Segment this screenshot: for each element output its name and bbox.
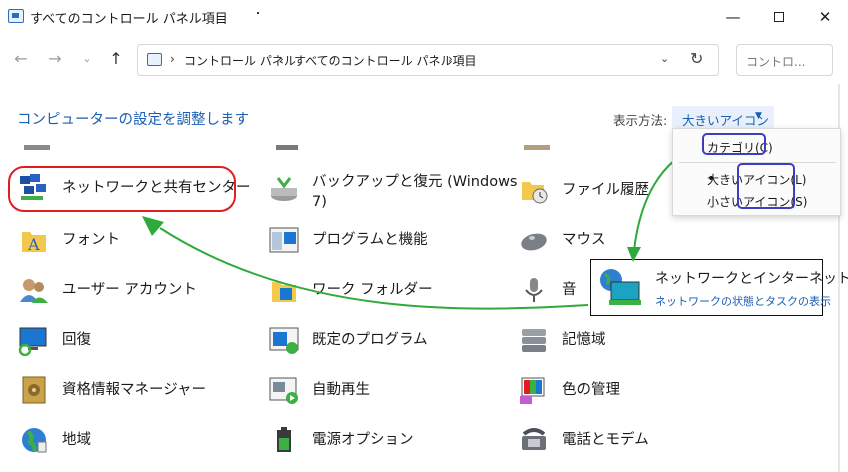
breadcrumb-separator[interactable]: › <box>170 52 175 66</box>
item-label: 色の管理 <box>562 382 620 398</box>
item-backup-restore[interactable]: バックアップと復元 (Windows 7) <box>268 168 518 212</box>
item-label: 資格情報マネージャー <box>62 382 206 398</box>
title-bar: すべてのコントロール パネル項目 — ✕ <box>0 0 848 34</box>
storage-icon <box>522 329 546 352</box>
item-autoplay[interactable]: 自動再生 <box>268 370 504 410</box>
file-history-icon <box>522 182 548 204</box>
maximize-icon <box>774 11 784 22</box>
item-label: フォント <box>62 232 120 248</box>
item-label: 地域 <box>62 432 91 448</box>
item-label: 電源オプション <box>312 432 414 448</box>
globe-icon <box>22 428 47 453</box>
item-label: 電話とモデム <box>562 432 649 448</box>
navigation-bar: ← → ⌄ ↑ › コントロール パネル › すべてのコントロール パネル項目 … <box>0 40 848 80</box>
item-label: バックアップと復元 (Windows <box>312 174 518 190</box>
work-folders-icon <box>272 282 296 302</box>
mouse-icon <box>521 233 547 251</box>
item-fonts[interactable]: A フォント <box>18 220 248 260</box>
svg-text:A: A <box>27 235 40 254</box>
backup-icon <box>271 177 297 201</box>
network-internet-icon <box>600 269 641 305</box>
default-programs-icon <box>269 327 299 354</box>
item-region[interactable]: 地域 <box>18 420 248 460</box>
item-power-options[interactable]: 電源オプション <box>268 420 504 460</box>
breadcrumb-separator[interactable]: › <box>448 52 453 66</box>
item-label: 記憶域 <box>562 332 606 348</box>
address-bar[interactable]: › コントロール パネル › すべてのコントロール パネル項目 › ⌄ ↻ <box>137 44 719 76</box>
annotation-box-category <box>702 133 766 155</box>
item-label: ワーク フォルダー <box>312 282 433 298</box>
item-user-accounts[interactable]: ユーザー アカウント <box>18 270 248 310</box>
popup-subtitle[interactable]: ネットワークの状態とタスクの表示 <box>655 293 831 309</box>
item-label: 自動再生 <box>312 382 370 398</box>
refresh-button[interactable]: ↻ <box>690 49 703 68</box>
view-by-label: 表示方法: <box>613 113 668 128</box>
microphone-icon <box>525 278 543 302</box>
search-placeholder: コントロ... <box>746 55 806 69</box>
item-label: プログラムと機能 <box>312 232 428 248</box>
fonts-folder-icon: A <box>22 232 46 254</box>
control-panel-icon <box>147 53 162 66</box>
item-label: 音 <box>562 282 577 298</box>
item-mouse[interactable]: マウス <box>518 220 668 260</box>
item-programs-features[interactable]: プログラムと機能 <box>268 220 504 260</box>
address-dropdown-button[interactable]: ⌄ <box>660 52 669 65</box>
item-label: 既定のプログラム <box>312 332 428 348</box>
annotation-box-icons <box>737 163 795 209</box>
autoplay-icon <box>269 377 298 404</box>
page-heading: コンピューターの設定を調整します <box>17 112 249 128</box>
recent-locations-button[interactable]: ⌄ <box>74 46 100 72</box>
partial-icon <box>270 140 304 150</box>
item-recovery[interactable]: 回復 <box>18 320 248 360</box>
forward-button[interactable]: → <box>42 46 68 72</box>
partial-icon <box>20 140 54 150</box>
item-label: ファイル履歴 <box>562 182 649 198</box>
search-input[interactable]: コントロ... <box>736 44 833 76</box>
maximize-button[interactable] <box>756 0 802 34</box>
phone-icon <box>522 428 546 450</box>
battery-icon <box>277 427 291 452</box>
title-dot <box>257 12 259 14</box>
up-button[interactable]: ↑ <box>103 46 129 72</box>
view-by-dropdown[interactable]: 大きいアイコン ▼ <box>672 106 774 128</box>
item-label: マウス <box>562 232 606 248</box>
control-panel-icon <box>8 9 24 23</box>
item-phone-modem[interactable]: 電話とモデム <box>518 420 668 460</box>
color-management-icon <box>520 377 545 404</box>
programs-icon <box>269 227 299 253</box>
caret-down-icon: ▼ <box>755 111 762 121</box>
category-popup[interactable]: ネットワークとインターネット ネットワークの状態とタスクの表示 <box>590 259 848 316</box>
item-default-programs[interactable]: 既定のプログラム <box>268 320 504 360</box>
item-file-history[interactable]: ファイル履歴 <box>518 170 668 210</box>
partial-icon <box>520 140 554 150</box>
item-label: ユーザー アカウント <box>62 282 197 298</box>
item-color-management[interactable]: 色の管理 <box>518 370 668 410</box>
close-button[interactable]: ✕ <box>802 0 848 34</box>
recovery-icon <box>18 327 47 356</box>
item-label: 回復 <box>62 332 91 348</box>
breadcrumb-separator[interactable]: › <box>279 52 284 66</box>
item-credential-manager[interactable]: 資格情報マネージャー <box>18 370 248 410</box>
highlight-oval <box>8 166 236 212</box>
window-title: すべてのコントロール パネル項目 <box>30 12 228 27</box>
item-label-line2: 7) <box>312 194 327 210</box>
back-button[interactable]: ← <box>8 46 34 72</box>
vault-icon <box>22 376 46 404</box>
item-storage-spaces[interactable]: 記憶域 <box>518 320 668 360</box>
users-icon <box>20 279 48 303</box>
popup-title[interactable]: ネットワークとインターネット <box>655 268 848 288</box>
minimize-button[interactable]: — <box>710 0 756 34</box>
item-work-folders[interactable]: ワーク フォルダー <box>268 270 504 310</box>
